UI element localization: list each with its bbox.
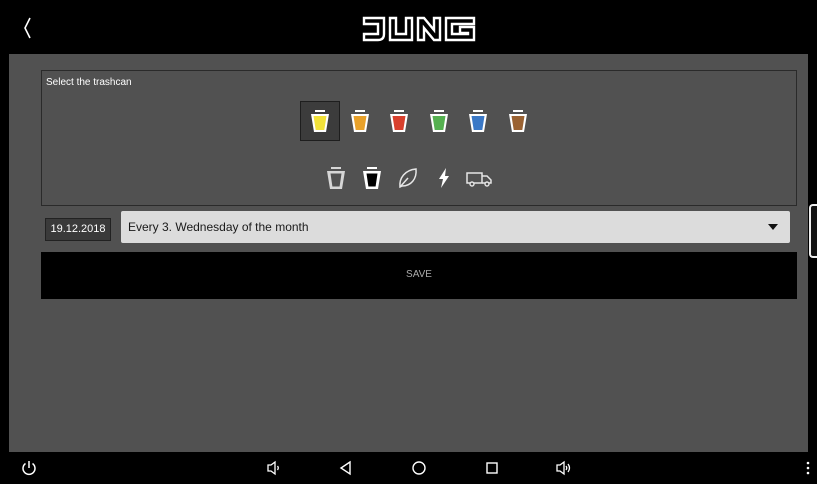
save-button-label: SAVE: [406, 269, 432, 280]
system-navigation-bar: [0, 452, 817, 484]
side-drawer-handle[interactable]: [809, 204, 817, 258]
green-bin-button[interactable]: [419, 101, 459, 141]
orange-bin-button[interactable]: [340, 101, 380, 141]
brown-bin-icon: [508, 110, 527, 132]
organic-bin-button[interactable]: [390, 159, 426, 197]
bin-type-row: [318, 159, 498, 197]
app-header: [0, 0, 817, 54]
lightning-icon: [439, 168, 449, 188]
back-triangle-icon: [339, 460, 351, 476]
more-vert-icon: [806, 461, 810, 475]
trashcan-selector-panel: Select the trashcan: [41, 70, 797, 206]
save-button[interactable]: SAVE: [41, 252, 797, 299]
green-bin-icon: [429, 110, 448, 132]
volume-up-button[interactable]: [555, 459, 573, 477]
dropdown-arrow-icon: [768, 224, 778, 230]
home-nav-button[interactable]: [410, 459, 428, 477]
leaf-icon: [399, 168, 417, 189]
home-circle-icon: [412, 461, 426, 475]
orange-bin-icon: [350, 110, 369, 132]
panel-title: Select the trashcan: [46, 77, 132, 88]
more-options-button[interactable]: [799, 459, 817, 477]
bulky-waste-button[interactable]: [462, 159, 498, 197]
volume-up-icon: [556, 460, 571, 476]
power-icon: [22, 461, 36, 476]
back-nav-button[interactable]: [337, 459, 355, 477]
power-button[interactable]: [20, 459, 38, 477]
electronics-bin-button[interactable]: [426, 159, 462, 197]
date-field[interactable]: 19.12.2018: [45, 218, 111, 241]
blue-bin-icon: [469, 110, 487, 132]
gray-bin-icon: [327, 167, 345, 189]
jung-logo-mark: [362, 16, 476, 42]
black-bin-button[interactable]: [354, 159, 390, 197]
volume-down-icon: [267, 460, 279, 476]
recurrence-dropdown[interactable]: Every 3. Wednesday of the month: [121, 211, 790, 243]
back-button[interactable]: [18, 14, 42, 42]
gray-bin-button[interactable]: [318, 159, 354, 197]
jung-logo: [362, 16, 476, 42]
yellow-bin-button[interactable]: [300, 101, 340, 141]
recents-square-icon: [486, 462, 498, 474]
truck-icon: [466, 172, 492, 187]
black-bin-icon: [363, 167, 381, 189]
color-bin-row: [300, 101, 538, 141]
red-bin-icon: [390, 110, 408, 132]
recurrence-value: Every 3. Wednesday of the month: [128, 220, 309, 234]
yellow-bin-icon: [311, 110, 329, 132]
brown-bin-button[interactable]: [498, 101, 538, 141]
main-content: Select the trashcan 19.12.2018 Every 3. …: [9, 54, 808, 452]
recents-nav-button[interactable]: [483, 459, 501, 477]
volume-down-button[interactable]: [265, 459, 283, 477]
chevron-left-icon: [24, 17, 31, 39]
blue-bin-button[interactable]: [458, 101, 498, 141]
red-bin-button[interactable]: [379, 101, 419, 141]
